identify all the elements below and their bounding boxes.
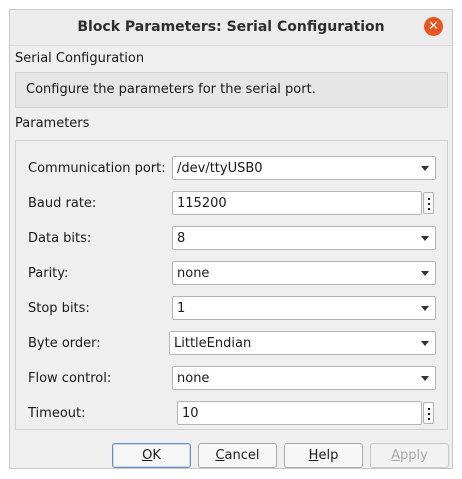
apply-mnemonic: A: [391, 448, 401, 463]
more-options-icon: [428, 198, 430, 200]
cancel-button[interactable]: Cancel: [198, 443, 277, 468]
ok-button[interactable]: OK: [112, 443, 191, 468]
timeout-more-options-button[interactable]: [423, 402, 434, 424]
more-options-icon: [428, 408, 430, 410]
data-bits-dropdown[interactable]: 8: [172, 226, 436, 250]
byte-order-value: LittleEndian: [174, 336, 252, 351]
baud-rate-more-options-button[interactable]: [423, 192, 434, 214]
dropdown-arrow-icon: [421, 341, 429, 346]
byte-order-dropdown[interactable]: LittleEndian: [169, 331, 436, 355]
stop-bits-dropdown[interactable]: 1: [172, 296, 436, 320]
dropdown-arrow-icon: [421, 166, 429, 171]
parameters-section-label: Parameters: [15, 116, 90, 131]
timeout-value: 10: [182, 406, 199, 421]
help-button[interactable]: Help: [284, 443, 363, 468]
dialog-window: Block Parameters: Serial Configuration ✕…: [9, 9, 453, 469]
flow-control-value: none: [177, 371, 210, 386]
timeout-label: Timeout:: [28, 406, 86, 421]
dropdown-arrow-icon: [421, 376, 429, 381]
flow-control-label: Flow control:: [28, 371, 112, 386]
description-text: Configure the parameters for the serial …: [26, 82, 316, 97]
ok-mnemonic: O: [142, 448, 153, 463]
data-bits-label: Data bits:: [28, 231, 92, 246]
dropdown-arrow-icon: [421, 236, 429, 241]
dialog-title: Block Parameters: Serial Configuration: [77, 19, 385, 35]
baud-rate-label: Baud rate:: [28, 196, 97, 211]
block-name-label: Serial Configuration: [15, 51, 145, 66]
data-bits-value: 8: [177, 231, 186, 246]
stop-bits-label: Stop bits:: [28, 301, 90, 316]
dropdown-arrow-icon: [421, 306, 429, 311]
byte-order-label: Byte order:: [28, 336, 101, 351]
description-box: Configure the parameters for the serial …: [15, 72, 448, 108]
baud-rate-input[interactable]: 115200: [172, 191, 422, 215]
communication-port-value: /dev/ttyUSB0: [177, 161, 263, 176]
dropdown-arrow-icon: [421, 271, 429, 276]
stop-bits-value: 1: [177, 301, 186, 316]
cancel-mnemonic: C: [215, 448, 225, 463]
close-icon: ✕: [428, 19, 439, 34]
flow-control-dropdown[interactable]: none: [172, 366, 436, 390]
baud-rate-value: 115200: [177, 196, 227, 211]
help-mnemonic: H: [308, 448, 319, 463]
title-bar: Block Parameters: Serial Configuration ✕: [10, 10, 452, 46]
parity-label: Parity:: [28, 266, 69, 281]
parameters-group: Communication port: /dev/ttyUSB0 Baud ra…: [15, 140, 448, 430]
communication-port-dropdown[interactable]: /dev/ttyUSB0: [172, 156, 436, 180]
parity-value: none: [177, 266, 210, 281]
apply-button[interactable]: Apply: [370, 443, 449, 468]
communication-port-label: Communication port:: [28, 161, 166, 176]
parity-dropdown[interactable]: none: [172, 261, 436, 285]
timeout-input[interactable]: 10: [177, 401, 422, 425]
close-button[interactable]: ✕: [424, 17, 443, 36]
